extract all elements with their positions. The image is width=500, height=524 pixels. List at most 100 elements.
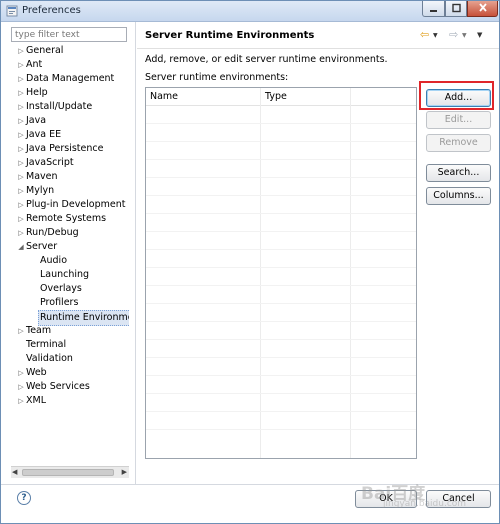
expand-icon[interactable]: ▷: [16, 86, 26, 100]
tree-item-label: Launching: [40, 269, 90, 280]
tree-item-general[interactable]: ▷ General: [16, 44, 63, 58]
expand-icon[interactable]: ▷: [16, 198, 26, 212]
maximize-icon: [451, 3, 461, 13]
help-icon[interactable]: ?: [17, 491, 31, 505]
pane-splitter[interactable]: [135, 22, 136, 484]
minimize-button[interactable]: [422, 1, 445, 17]
tree-item-launching[interactable]: Launching: [30, 268, 89, 282]
row-divider: [146, 195, 416, 196]
close-window-button[interactable]: [467, 1, 498, 17]
tree-item-install-update[interactable]: ▷ Install/Update: [16, 100, 92, 114]
tree-item-xml[interactable]: ▷ XML: [16, 394, 46, 408]
filter-input[interactable]: [11, 27, 127, 42]
tree-item-label: Run/Debug: [26, 227, 79, 238]
row-divider: [146, 303, 416, 304]
tree-item-maven[interactable]: ▷ Maven: [16, 170, 57, 184]
tree-item-profilers[interactable]: Profilers: [30, 296, 78, 310]
tree-item-label: Terminal: [26, 339, 67, 350]
expand-icon[interactable]: ▷: [16, 100, 26, 114]
expand-icon[interactable]: ▷: [16, 212, 26, 226]
expand-icon[interactable]: ▷: [16, 226, 26, 240]
tree-item-label: Help: [26, 87, 48, 98]
tree-item-run-debug[interactable]: ▷ Run/Debug: [16, 226, 79, 240]
expand-icon[interactable]: ▷: [16, 58, 26, 72]
row-divider: [146, 285, 416, 286]
row-divider: [146, 123, 416, 124]
tree-item-validation[interactable]: Validation: [16, 352, 73, 366]
column-header-name[interactable]: Name: [150, 91, 178, 102]
columns-button[interactable]: Columns...: [426, 187, 491, 205]
tree-item-runtime-environment[interactable]: Runtime Environment: [30, 310, 129, 326]
tree-item-label: General: [26, 45, 64, 56]
expand-icon[interactable]: ▷: [16, 366, 26, 380]
tree-item-audio[interactable]: Audio: [30, 254, 67, 268]
tree-item-java-ee[interactable]: ▷ Java EE: [16, 128, 61, 142]
runtime-list-label: Server runtime environments:: [145, 72, 289, 83]
expand-icon[interactable]: ▷: [16, 394, 26, 408]
row-divider: [146, 177, 416, 178]
expand-icon[interactable]: ▷: [16, 114, 26, 128]
column-header-type[interactable]: Type: [265, 91, 287, 102]
row-divider: [146, 141, 416, 142]
tree-item-help[interactable]: ▷ Help: [16, 86, 48, 100]
row-divider: [146, 231, 416, 232]
back-history-dropdown-icon[interactable]: ▼: [433, 32, 438, 39]
tree-item-java[interactable]: ▷ Java: [16, 114, 46, 128]
tree-item-label: Plug-in Development: [26, 199, 126, 210]
search-button[interactable]: Search...: [426, 164, 491, 182]
tree-item-server[interactable]: ◢ Server: [16, 240, 57, 254]
forward-history-dropdown-icon[interactable]: ▼: [462, 32, 467, 39]
expand-icon[interactable]: ▷: [16, 184, 26, 198]
edit-button[interactable]: Edit...: [426, 111, 491, 129]
view-menu-icon[interactable]: ▼: [477, 31, 482, 39]
column-divider: [350, 88, 351, 458]
maximize-button[interactable]: [445, 1, 467, 17]
tree-item-data-management[interactable]: ▷ Data Management: [16, 72, 114, 86]
row-divider: [146, 321, 416, 322]
forward-arrow-icon[interactable]: ⇨: [449, 28, 458, 41]
tree-item-label: Data Management: [26, 73, 115, 84]
expand-icon[interactable]: ▷: [16, 156, 26, 170]
expand-icon[interactable]: ▷: [16, 44, 26, 58]
tree-item-label: Java EE: [26, 129, 62, 140]
tree-item-label: Java: [26, 115, 47, 126]
expand-icon[interactable]: ▷: [16, 170, 26, 184]
tree-item-terminal[interactable]: Terminal: [16, 338, 66, 352]
tree-item-label: Overlays: [40, 283, 82, 294]
page-title: Server Runtime Environments: [145, 30, 315, 41]
remove-button[interactable]: Remove: [426, 134, 491, 152]
expand-icon[interactable]: ▷: [16, 128, 26, 142]
row-divider: [146, 393, 416, 394]
tree-item-team[interactable]: ▷ Team: [16, 324, 51, 338]
tree-item-java-persistence[interactable]: ▷ Java Persistence: [16, 142, 103, 156]
watermark-url: jingyan.baidu.com: [383, 499, 467, 509]
tree-item-remote-systems[interactable]: ▷ Remote Systems: [16, 212, 106, 226]
expand-icon[interactable]: ▷: [16, 324, 26, 338]
tree-item-ant[interactable]: ▷ Ant: [16, 58, 42, 72]
tree-horizontal-scrollbar[interactable]: ◀ ▶: [11, 466, 129, 478]
tree-item-label: Ant: [26, 59, 43, 70]
page-header: Server Runtime Environments ⇦ ▼ ⇨ ▼ ▼: [137, 22, 499, 49]
scroll-right-icon[interactable]: ▶: [122, 468, 127, 476]
back-arrow-icon[interactable]: ⇦: [420, 28, 429, 41]
tree-item-plugin-development[interactable]: ▷ Plug-in Development: [16, 198, 125, 212]
row-divider: [146, 339, 416, 340]
expand-icon[interactable]: ▷: [16, 380, 26, 394]
collapse-icon[interactable]: ◢: [16, 240, 26, 254]
row-divider: [146, 357, 416, 358]
tree-item-overlays[interactable]: Overlays: [30, 282, 82, 296]
tree-item-web-services[interactable]: ▷ Web Services: [16, 380, 90, 394]
tree-item-label: Runtime Environment: [38, 310, 129, 326]
scroll-left-icon[interactable]: ◀: [12, 468, 17, 476]
row-divider: [146, 213, 416, 214]
window-title: Preferences: [22, 5, 81, 16]
tree-item-label: Mylyn: [26, 185, 55, 196]
row-divider: [146, 429, 416, 430]
tree-item-web[interactable]: ▷ Web: [16, 366, 46, 380]
expand-icon[interactable]: ▷: [16, 72, 26, 86]
runtime-environments-table[interactable]: Name Type: [145, 87, 417, 459]
tree-item-mylyn[interactable]: ▷ Mylyn: [16, 184, 54, 198]
scrollbar-thumb[interactable]: [22, 469, 114, 476]
tree-item-javascript[interactable]: ▷ JavaScript: [16, 156, 73, 170]
expand-icon[interactable]: ▷: [16, 142, 26, 156]
